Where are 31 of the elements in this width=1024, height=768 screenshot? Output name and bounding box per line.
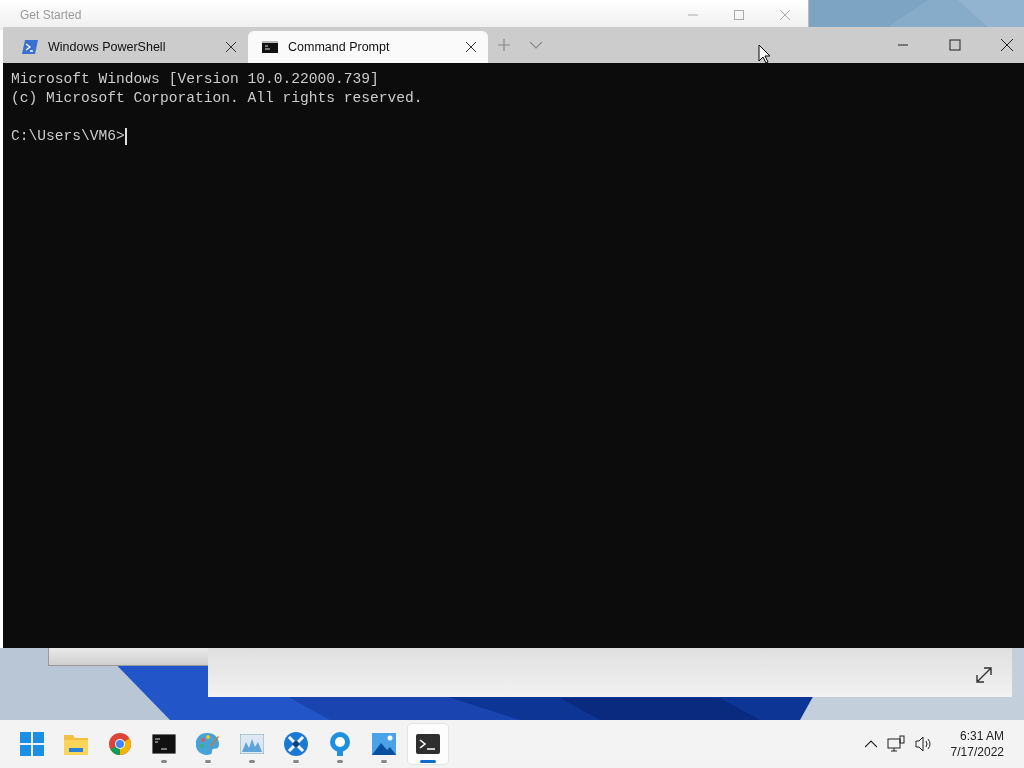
tab[interactable]: Command Prompt — [248, 31, 488, 63]
speaker-icon[interactable] — [914, 736, 933, 752]
text-cursor — [124, 128, 127, 145]
taskbar-button[interactable] — [408, 724, 448, 764]
folder-icon — [64, 733, 88, 755]
close-icon[interactable] — [466, 42, 476, 52]
console-line: (c) Microsoft Corporation. All rights reserved. — [11, 89, 423, 108]
command-prompt: C:\Users\VM6> — [11, 127, 125, 146]
tab[interactable]: Windows PowerShell — [8, 31, 248, 63]
console-icon — [152, 734, 176, 754]
photo-icon — [372, 733, 396, 755]
chart-window-icon — [240, 734, 264, 754]
cross-tool-icon — [284, 732, 308, 756]
maximize-icon[interactable] — [949, 39, 961, 51]
chevron-up-icon[interactable] — [864, 740, 877, 748]
network-icon[interactable] — [886, 735, 905, 753]
terminal-icon — [416, 734, 440, 754]
window-title: Get Started — [20, 8, 82, 22]
windows-logo-icon — [20, 732, 44, 756]
pointer-icon — [758, 44, 771, 64]
clock-date[interactable]: 7/17/2022 — [950, 744, 1004, 760]
close-icon[interactable] — [226, 42, 236, 52]
close-icon[interactable] — [1001, 39, 1013, 51]
clock-time[interactable]: 6:31 AM — [959, 728, 1004, 744]
console-line: Microsoft Windows [Version 10.0.22000.739] — [11, 70, 379, 89]
console-icon — [262, 41, 278, 53]
expand-icon[interactable] — [974, 665, 994, 685]
chrome-icon — [108, 732, 132, 756]
powershell-icon — [22, 40, 38, 54]
palette-icon — [196, 732, 220, 756]
lightbulb-icon — [329, 732, 351, 756]
